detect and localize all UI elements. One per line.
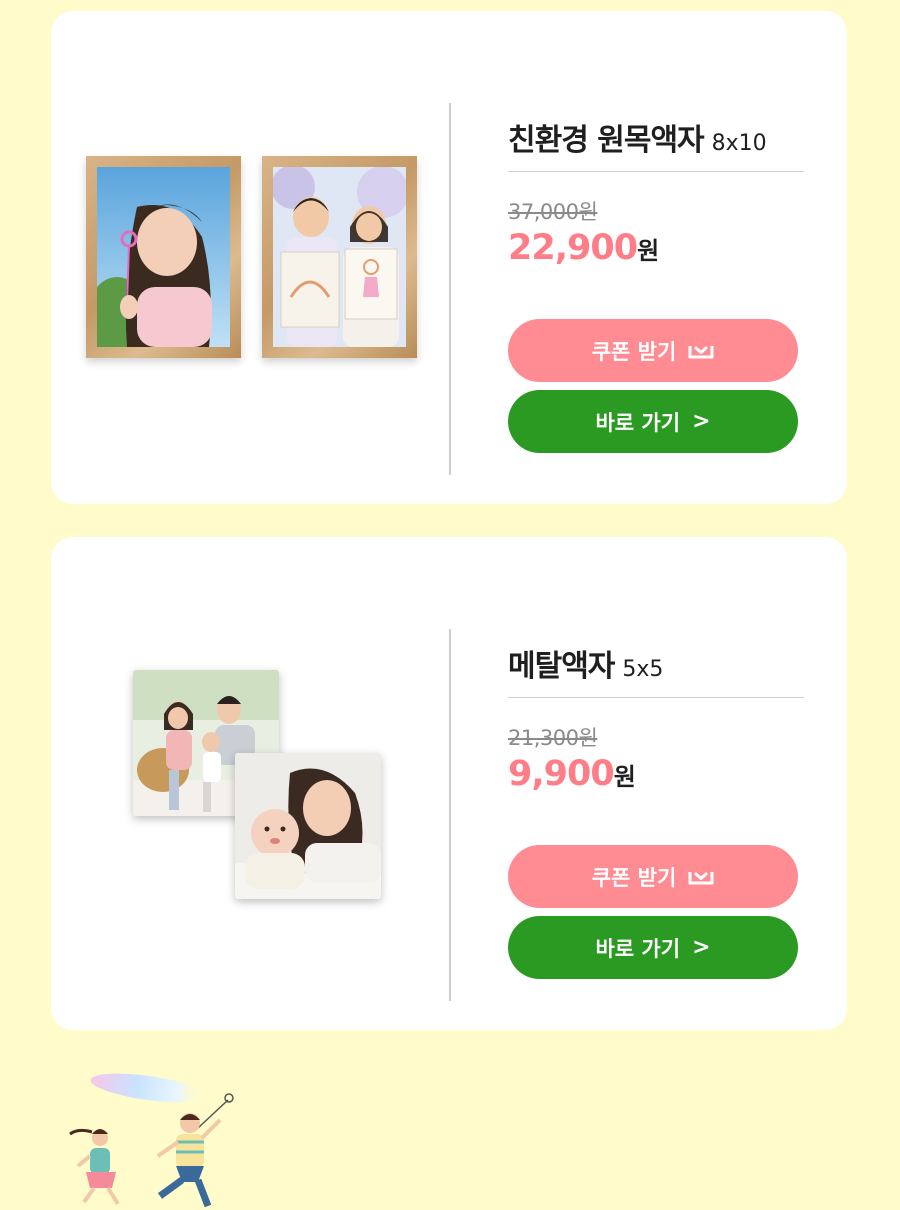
wood-frame-photo-girl — [86, 156, 241, 358]
title-row: 친환경 원목액자 8x10 — [508, 103, 808, 159]
download-icon — [688, 871, 714, 884]
chevron-right-icon: > — [692, 935, 711, 960]
product-title: 친환경 원목액자 — [508, 123, 705, 158]
original-price: 21,300원 — [508, 726, 598, 750]
coupon-button-label: 쿠폰 받기 — [591, 339, 677, 364]
photo-mother-baby — [235, 753, 381, 899]
horizontal-divider — [508, 171, 804, 172]
coupon-button[interactable]: 쿠폰 받기 — [508, 845, 798, 908]
wood-frame-photo-kids — [262, 156, 417, 358]
sale-price: 9,900 — [508, 754, 615, 794]
product-size: 8x10 — [711, 131, 767, 156]
go-button-label: 바로 가기 — [595, 936, 681, 961]
go-button[interactable]: 바로 가기 > — [508, 390, 798, 453]
go-button[interactable]: 바로 가기 > — [508, 916, 798, 979]
product-title: 메탈액자 — [508, 649, 615, 684]
product-size: 5x5 — [622, 657, 664, 682]
coupon-button-label: 쿠폰 받기 — [591, 865, 677, 890]
sale-price-row: 9,900원 — [508, 754, 808, 794]
photo-girl-bubbles — [97, 167, 230, 347]
metal-frame-photo-mother-baby — [235, 753, 381, 899]
product-card-metal-frame: 메탈액자 5x5 21,300원 9,900원 쿠폰 받기 바로 가기 > — [51, 537, 847, 1030]
vertical-divider — [449, 629, 451, 1001]
currency-unit: 원 — [637, 237, 660, 265]
sale-price-row: 22,900원 — [508, 228, 808, 268]
product-info: 친환경 원목액자 8x10 37,000원 22,900원 — [508, 103, 808, 268]
horizontal-divider — [508, 697, 804, 698]
photo-kids-drawings — [273, 167, 406, 347]
product-card-wood-frame: 친환경 원목액자 8x10 37,000원 22,900원 쿠폰 받기 바로 가… — [51, 11, 847, 504]
kids-running-illustration — [69, 1073, 234, 1208]
currency-unit: 원 — [613, 763, 636, 791]
product-info: 메탈액자 5x5 21,300원 9,900원 — [508, 629, 808, 794]
go-button-label: 바로 가기 — [595, 410, 681, 435]
sale-price: 22,900 — [508, 228, 638, 268]
original-price: 37,000원 — [508, 200, 598, 224]
vertical-divider — [449, 103, 451, 475]
title-row: 메탈액자 5x5 — [508, 629, 808, 685]
download-icon — [688, 345, 714, 358]
chevron-right-icon: > — [692, 409, 711, 434]
coupon-button[interactable]: 쿠폰 받기 — [508, 319, 798, 382]
